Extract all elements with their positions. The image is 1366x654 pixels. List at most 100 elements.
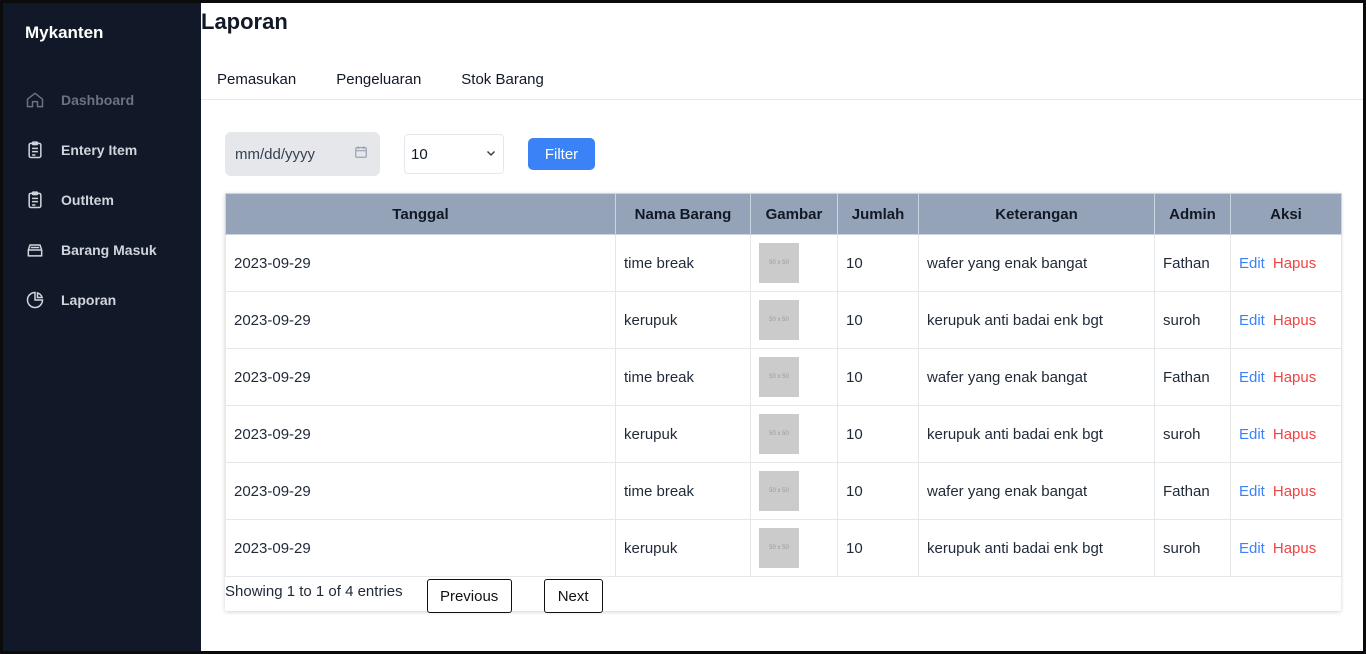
cell-nama-barang: kerupuk [615, 405, 751, 463]
table-row: 2023-09-29 time break 50 x 50 10 wafer y… [225, 462, 1342, 520]
hapus-link[interactable]: Hapus [1273, 369, 1316, 386]
edit-link[interactable]: Edit [1239, 312, 1265, 329]
hapus-link[interactable]: Hapus [1273, 255, 1316, 272]
table-row: 2023-09-29 kerupuk 50 x 50 10 kerupuk an… [225, 291, 1342, 349]
pie-chart-icon [25, 290, 45, 310]
previous-button[interactable]: Previous [426, 579, 512, 613]
page-size-value: 10 [411, 145, 428, 163]
cell-tanggal: 2023-09-29 [225, 405, 616, 463]
thumbnail-placeholder-text: 50 x 50 [769, 374, 789, 380]
date-placeholder: mm/dd/yyyy [235, 145, 316, 163]
cell-gambar: 50 x 50 [750, 348, 838, 406]
report-table: Tanggal Nama Barang Gambar Jumlah Ketera… [225, 193, 1342, 577]
cell-keterangan: kerupuk anti badai enk bgt [918, 405, 1155, 463]
thumbnail-placeholder-text: 50 x 50 [769, 488, 789, 494]
cell-jumlah: 10 [837, 348, 919, 406]
calendar-icon[interactable] [354, 145, 368, 163]
column-header-nama-barang[interactable]: Nama Barang [615, 193, 751, 235]
column-header-keterangan[interactable]: Keterangan [918, 193, 1155, 235]
sidebar-item-laporan[interactable]: Laporan [3, 275, 201, 325]
edit-link[interactable]: Edit [1239, 483, 1265, 500]
item-thumbnail: 50 x 50 [759, 357, 799, 397]
item-thumbnail: 50 x 50 [759, 528, 799, 568]
cell-nama-barang: time break [615, 234, 751, 292]
cell-nama-barang: kerupuk [615, 519, 751, 577]
thumbnail-placeholder-text: 50 x 50 [769, 260, 789, 266]
column-header-aksi[interactable]: Aksi [1230, 193, 1342, 235]
cell-tanggal: 2023-09-29 [225, 462, 616, 520]
cell-keterangan: wafer yang enak bangat [918, 234, 1155, 292]
thumbnail-placeholder-text: 50 x 50 [769, 545, 789, 551]
sidebar-item-label: Dashboard [61, 92, 135, 108]
edit-link[interactable]: Edit [1239, 369, 1265, 386]
sidebar-item-entery-item[interactable]: Entery Item [3, 125, 201, 175]
tab-pengeluaran[interactable]: Pengeluaran [336, 71, 421, 88]
cell-jumlah: 10 [837, 519, 919, 577]
cell-keterangan: kerupuk anti badai enk bgt [918, 291, 1155, 349]
cell-tanggal: 2023-09-29 [225, 348, 616, 406]
cell-tanggal: 2023-09-29 [225, 234, 616, 292]
tab-bar: Pemasukan Pengeluaran Stok Barang [201, 59, 1363, 100]
hapus-link[interactable]: Hapus [1273, 426, 1316, 443]
column-header-tanggal[interactable]: Tanggal [225, 193, 616, 235]
cell-jumlah: 10 [837, 405, 919, 463]
hapus-link[interactable]: Hapus [1273, 312, 1316, 329]
thumbnail-placeholder-text: 50 x 50 [769, 431, 789, 437]
sidebar-item-label: Entery Item [61, 142, 138, 158]
cell-nama-barang: time break [615, 348, 751, 406]
cell-nama-barang: kerupuk [615, 291, 751, 349]
table-row: 2023-09-29 kerupuk 50 x 50 10 kerupuk an… [225, 405, 1342, 463]
table-row: 2023-09-29 time break 50 x 50 10 wafer y… [225, 348, 1342, 406]
column-header-admin[interactable]: Admin [1154, 193, 1231, 235]
sidebar-item-outitem[interactable]: OutItem [3, 175, 201, 225]
entries-info: Showing 1 to 1 of 4 entries [225, 583, 403, 600]
table-header-row: Tanggal Nama Barang Gambar Jumlah Ketera… [225, 193, 1342, 235]
chevron-down-icon [485, 146, 497, 163]
clipboard-icon [25, 140, 45, 160]
next-button[interactable]: Next [543, 579, 603, 613]
cell-aksi: Edit Hapus [1230, 234, 1342, 292]
filter-button[interactable]: Filter [528, 138, 595, 170]
cell-aksi: Edit Hapus [1230, 348, 1342, 406]
page-title: Laporan [201, 9, 288, 34]
cell-tanggal: 2023-09-29 [225, 519, 616, 577]
date-input[interactable]: mm/dd/yyyy [225, 132, 380, 176]
inbox-icon [25, 240, 45, 260]
cell-admin: suroh [1154, 291, 1231, 349]
brand-logo-text: Mykanten [25, 23, 104, 42]
main-content: Laporan Pemasukan Pengeluaran Stok Baran… [201, 3, 1363, 651]
page-size-select[interactable]: 10 [404, 134, 504, 174]
cell-keterangan: wafer yang enak bangat [918, 348, 1155, 406]
app-window: Mykanten Dashboard Entery Item OutItem B… [0, 0, 1366, 654]
column-header-gambar[interactable]: Gambar [750, 193, 838, 235]
tab-stok-barang[interactable]: Stok Barang [461, 71, 544, 88]
cell-admin: Fathan [1154, 348, 1231, 406]
cell-keterangan: kerupuk anti badai enk bgt [918, 519, 1155, 577]
cell-jumlah: 10 [837, 234, 919, 292]
sidebar-item-barang-masuk[interactable]: Barang Masuk [3, 225, 201, 275]
cell-admin: suroh [1154, 519, 1231, 577]
hapus-link[interactable]: Hapus [1273, 483, 1316, 500]
home-icon [25, 90, 45, 110]
hapus-link[interactable]: Hapus [1273, 540, 1316, 557]
cell-aksi: Edit Hapus [1230, 291, 1342, 349]
cell-jumlah: 10 [837, 291, 919, 349]
cell-aksi: Edit Hapus [1230, 405, 1342, 463]
sidebar-item-dashboard[interactable]: Dashboard [3, 75, 201, 125]
edit-link[interactable]: Edit [1239, 540, 1265, 557]
cell-aksi: Edit Hapus [1230, 519, 1342, 577]
cell-admin: Fathan [1154, 234, 1231, 292]
cell-gambar: 50 x 50 [750, 462, 838, 520]
edit-link[interactable]: Edit [1239, 255, 1265, 272]
cell-jumlah: 10 [837, 462, 919, 520]
pagination-bar: Showing 1 to 1 of 4 entries Previous Nex… [225, 579, 603, 613]
cell-nama-barang: time break [615, 462, 751, 520]
tab-pemasukan[interactable]: Pemasukan [217, 71, 296, 88]
filter-bar: mm/dd/yyyy 10 Filter [225, 132, 595, 176]
cell-gambar: 50 x 50 [750, 291, 838, 349]
clipboard-icon [25, 190, 45, 210]
sidebar-item-label: Barang Masuk [61, 242, 157, 258]
column-header-jumlah[interactable]: Jumlah [837, 193, 919, 235]
sidebar: Mykanten Dashboard Entery Item OutItem B… [3, 3, 201, 651]
edit-link[interactable]: Edit [1239, 426, 1265, 443]
